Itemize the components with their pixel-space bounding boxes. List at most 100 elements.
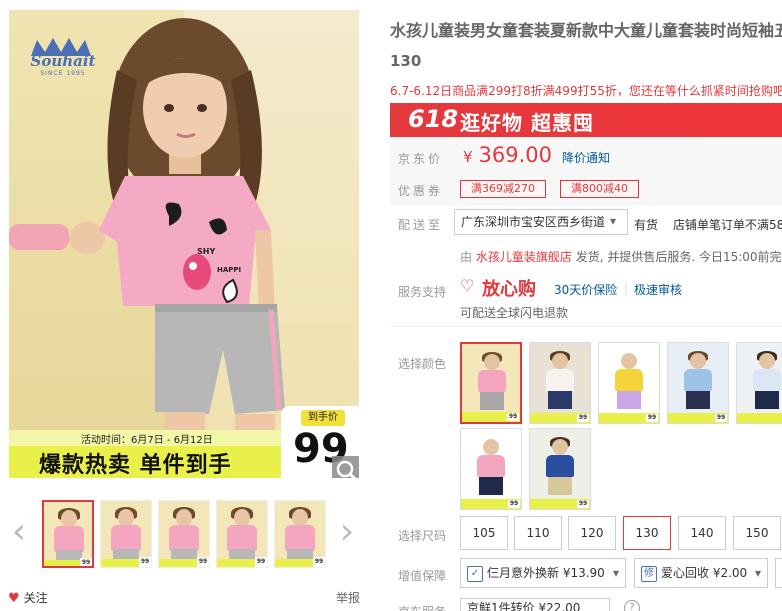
swatch-band	[737, 413, 782, 423]
shop-link[interactable]: 水孩儿童装旗舰店	[476, 250, 572, 264]
thumb-shirt	[54, 526, 84, 552]
coupon-tag[interactable]: 满800减40	[560, 180, 639, 198]
color-swatch[interactable]: 99	[598, 342, 660, 424]
thumbnail-item[interactable]: 99	[100, 500, 152, 568]
chevron-right-icon: ›	[339, 511, 355, 552]
swatch-price-tag: 99	[577, 500, 589, 508]
price-drop-notice-link[interactable]: 降价通知	[562, 149, 610, 166]
coupon-label: 优惠券	[398, 184, 444, 198]
swatch-top	[477, 455, 505, 477]
size-option[interactable]: 150	[733, 516, 781, 550]
color-swatch[interactable]: 99	[460, 342, 522, 424]
promo-text: 6.7-6.12日商品满299打8折满499打55折，您还在等什么抓紧时间抢购吧…	[390, 84, 782, 98]
from-suffix: 发货, 并提供售后服务. 今日15:00前完	[575, 250, 782, 264]
size-option[interactable]: 105	[460, 516, 508, 550]
help-icon[interactable]: ?	[624, 600, 640, 611]
service-label: 服务支持	[398, 285, 447, 299]
size-option[interactable]: 110	[514, 516, 562, 550]
thumb-price-tag: 99	[80, 558, 92, 566]
sale-text: 逛好物 超惠囤	[460, 111, 594, 135]
section-divider	[390, 326, 782, 327]
swatch-top	[684, 369, 712, 391]
coupon-tag[interactable]: 满369减270	[460, 180, 546, 198]
follow-button[interactable]: ♥ 关注	[8, 589, 48, 606]
swatch-head	[552, 353, 568, 369]
thumb-price-tag: 99	[313, 557, 325, 567]
fangxingou-badge[interactable]: 放心购	[482, 275, 536, 301]
price-label: 京东价	[398, 152, 444, 166]
stock-status: 有货	[634, 218, 659, 232]
swatch-top	[478, 370, 506, 392]
from-prefix: 由	[460, 250, 473, 264]
price-value: 369.00	[478, 143, 553, 167]
color-swatch[interactable]: 99	[529, 428, 591, 510]
activity-time: 活动时间：6月7日 - 6月12日	[81, 435, 213, 446]
main-product-image[interactable]: SHY HAPPI Souhait SINCE 1995 活动时间：6月7日 -…	[9, 10, 359, 478]
jd-service-select[interactable]: 京鲜1件转价 ¥22.00	[460, 598, 610, 611]
address-select[interactable]: 广东深圳市宝安区西乡街道	[454, 209, 628, 235]
swatch-bottom	[548, 477, 572, 495]
thumb-next-button[interactable]: ›	[336, 512, 358, 552]
size-option[interactable]: 120	[568, 516, 616, 550]
chevron-left-icon: ‹	[11, 511, 27, 552]
thumb-price-tag: 99	[197, 557, 209, 567]
thumbnail-item[interactable]: 99	[274, 500, 326, 568]
thumbnail-item[interactable]: 99	[216, 500, 268, 568]
report-link[interactable]: 举报	[336, 589, 360, 606]
swatch-head	[621, 353, 637, 369]
color-label: 选择颜色	[398, 357, 447, 371]
swatch-bottom	[755, 391, 779, 409]
thumbnail-strip: 99 99 99 99 99	[42, 500, 332, 570]
color-swatch[interactable]: 99	[736, 342, 782, 424]
delivery-label: 配送至	[398, 218, 444, 232]
thumbnail-item[interactable]: 99	[158, 500, 210, 568]
fast-review-link[interactable]: 极速审核	[634, 281, 682, 298]
size-option[interactable]: 130	[623, 516, 671, 550]
swatch-top	[615, 369, 643, 391]
chevron-down-icon: ▾	[754, 566, 761, 580]
jd-service-label: 京东服务	[398, 603, 446, 611]
color-swatch[interactable]: 99	[667, 342, 729, 424]
wrench-icon: ✓	[467, 565, 483, 582]
swatch-price-tag: 99	[577, 414, 589, 422]
value-added-label: 增值保障	[398, 569, 447, 583]
color-swatch[interactable]: 99	[460, 428, 522, 510]
thumb-shirt	[285, 525, 315, 551]
thumb-price-tag: 99	[255, 557, 267, 567]
product-title-line2: 130	[390, 52, 422, 70]
shipping-note: 店铺单笔订单不满58	[673, 218, 782, 232]
thumb-prev-button[interactable]: ‹	[8, 512, 30, 552]
thumb-shirt	[169, 525, 199, 551]
price-insurance-link[interactable]: 30天价保险	[554, 281, 617, 298]
more-option-select[interactable]	[775, 558, 782, 588]
magnifier-icon	[336, 460, 357, 478]
thumb-shirt	[227, 525, 257, 551]
heart-check-icon: ♡	[460, 276, 475, 295]
zoom-button[interactable]	[332, 456, 359, 478]
swatch-top	[753, 369, 781, 391]
handprice-label: 到手价	[301, 410, 345, 426]
follow-label: 关注	[23, 591, 48, 605]
service-sub: 可配送全球闪电退款	[460, 306, 569, 320]
swatch-price-tag: 99	[508, 500, 520, 508]
brand-since-text: SINCE 1995	[40, 70, 86, 77]
thumb-shirt	[111, 525, 141, 551]
chevron-down-icon: ▾	[612, 566, 619, 580]
recycle-text: 爱心回收 ¥2.00	[661, 566, 748, 580]
service-divider: |	[624, 281, 629, 295]
swatch-head	[483, 439, 499, 455]
pink-shirt	[99, 176, 271, 306]
product-price: ¥369.00	[463, 143, 552, 167]
swatch-bottom	[479, 477, 503, 495]
swatch-bottom	[548, 391, 572, 409]
swatch-head	[759, 353, 775, 369]
color-swatch[interactable]: 99	[529, 342, 591, 424]
accident-replace-select[interactable]: ✓ 仨月意外换新 ¥13.90 ▾	[460, 558, 626, 588]
product-title: 水孩儿童装男女童套装夏新款中大童儿童套装时尚短袖五	[390, 21, 782, 40]
size-option[interactable]: 140	[678, 516, 726, 550]
thumbnail-item[interactable]: 99	[42, 500, 94, 568]
recycle-select[interactable]: 修爱心回收 ¥2.00 ▾	[634, 558, 768, 588]
svg-text:HAPPI: HAPPI	[217, 266, 241, 274]
banner-slogan: 爆款热卖 单件到手	[39, 453, 232, 478]
swatch-head	[552, 439, 568, 455]
